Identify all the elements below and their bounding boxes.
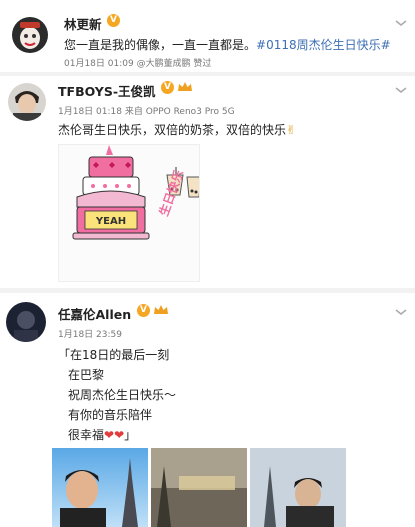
- post-meta: 1月18日 23:59: [58, 330, 122, 340]
- photo-2[interactable]: [151, 448, 247, 527]
- post-text-body: 杰伦哥生日快乐，双倍的奶茶，双倍的快乐: [58, 123, 287, 137]
- avatar[interactable]: [8, 83, 46, 121]
- post-line: 在巴黎: [68, 368, 105, 382]
- hashtag-link[interactable]: #0118周杰伦生日快乐#: [256, 38, 391, 52]
- post-renjialun-allen: 任嘉伦Allen 1月18日 23:59 「在18日的最后一刻 在巴黎 祝周杰伦…: [0, 293, 415, 527]
- avatar[interactable]: [12, 17, 48, 53]
- avatar[interactable]: [6, 302, 46, 342]
- drawing-caption: 生日快乐: [156, 168, 187, 218]
- chevron-down-icon[interactable]: [394, 307, 408, 317]
- verified-badge-icon: [161, 81, 174, 94]
- photo-1[interactable]: [52, 448, 148, 527]
- post-text: 您一直是我的偶像，一直一直都是。#0118周杰伦生日快乐#: [64, 36, 391, 53]
- post-line: 有你的音乐陪伴: [68, 408, 153, 422]
- post-line: 祝周杰伦生日快乐～: [68, 388, 177, 402]
- verified-badge-icon: [107, 14, 120, 27]
- photo-3[interactable]: [250, 448, 346, 527]
- chevron-down-icon[interactable]: [394, 85, 408, 95]
- post-meta: 01月18日 01:09 @大鹏董成鹏 赞过: [64, 59, 212, 69]
- username[interactable]: 林更新: [64, 14, 102, 33]
- post-line: 「在18日的最后一刻: [58, 348, 170, 362]
- username[interactable]: 任嘉伦Allen: [58, 304, 131, 323]
- cake-drawing-image[interactable]: YEAH 生日快乐: [58, 144, 200, 282]
- milk-tea-cup: [186, 176, 199, 198]
- chevron-down-icon[interactable]: [394, 18, 408, 28]
- crown-icon: [178, 82, 192, 91]
- victory-hand-icon: ✌: [286, 123, 297, 137]
- post-linggengxin: 林更新 您一直是我的偶像，一直一直都是。#0118周杰伦生日快乐# 01月18日…: [0, 0, 415, 72]
- post-text-body: 您一直是我的偶像，一直一直都是。: [64, 38, 257, 52]
- cake-drawing: YEAH: [72, 145, 150, 240]
- verified-badge-icon: [137, 304, 150, 317]
- crown-icon: [154, 305, 168, 314]
- cake-word: YEAH: [95, 216, 126, 227]
- post-line-text: 很幸福: [68, 428, 105, 442]
- post-tfboys-wangjunkai: TFBOYS-王俊凯 1月18日 01:18 来自 OPPO Reno3 Pro…: [0, 76, 415, 288]
- heart-icon: ❤❤: [104, 428, 125, 442]
- quote-close: 」: [124, 428, 137, 442]
- post-meta: 1月18日 01:18 来自 OPPO Reno3 Pro 5G: [58, 107, 235, 117]
- username[interactable]: TFBOYS-王俊凯: [58, 81, 156, 100]
- post-line: 很幸福❤❤」: [68, 426, 136, 443]
- post-text: 杰伦哥生日快乐，双倍的奶茶，双倍的快乐✌: [58, 121, 296, 138]
